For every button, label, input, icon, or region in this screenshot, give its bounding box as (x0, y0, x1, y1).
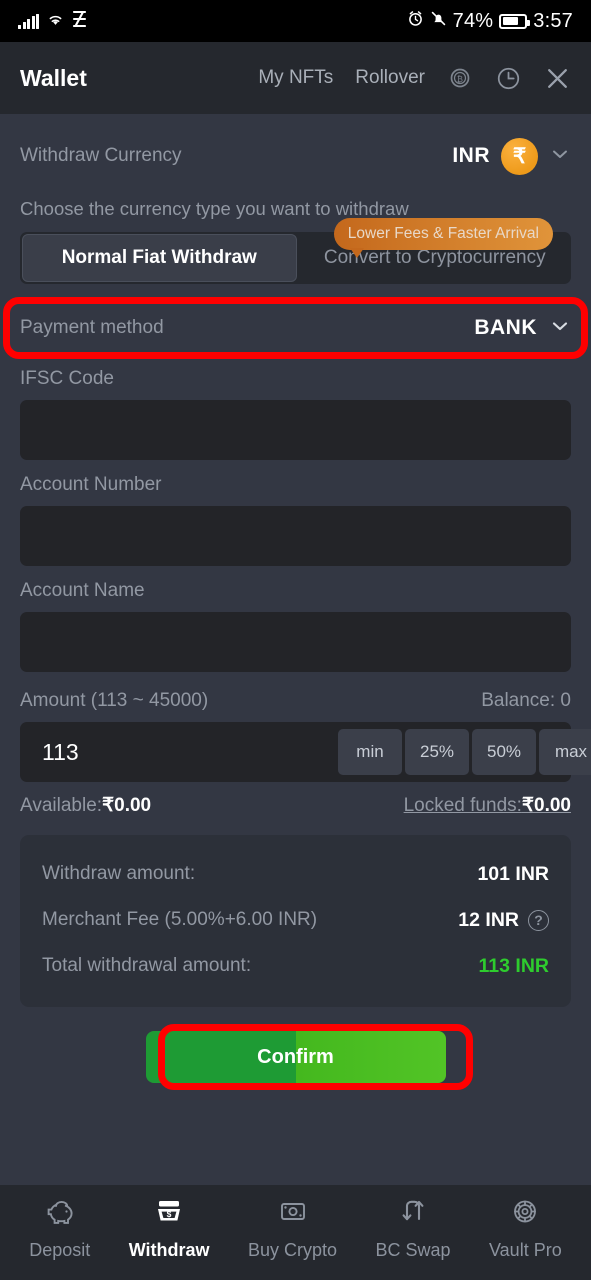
amount-label: Amount (113 ~ 45000) (20, 690, 209, 711)
locked-funds-value: ₹0.00 (521, 795, 571, 816)
page-title: Wallet (20, 64, 87, 91)
battery-percent: 74% (452, 9, 494, 32)
summary-row-withdraw-amount: Withdraw amount: 101 INR (42, 851, 549, 897)
ifsc-code-label: IFSC Code (20, 368, 114, 389)
account-name-field-group: Account Name (20, 580, 571, 672)
confirm-section: Confirm (20, 1024, 571, 1090)
nav-item-vault-pro[interactable]: Vault Pro (489, 1197, 562, 1261)
account-name-input[interactable] (20, 612, 571, 672)
account-number-field-group: Account Number (20, 474, 571, 566)
currency-code: INR (452, 144, 490, 167)
my-nfts-link[interactable]: My NFTs (258, 67, 333, 89)
chevron-down-icon (549, 315, 571, 342)
bell-muted-icon (430, 10, 447, 32)
summary-key: Total withdrawal amount: (42, 955, 252, 976)
summary-value: 12 INR ? (458, 909, 549, 932)
amount-quick-buttons: min 25% 50% max (338, 729, 591, 775)
locked-funds-link[interactable]: Locked funds:₹0.00 (404, 794, 571, 817)
summary-row-total: Total withdrawal amount: 113 INR (42, 943, 549, 989)
available-balance: Available:₹0.00 (20, 794, 151, 817)
wallet-withdraw-screen: 74% 3:57 Wallet My NFTs Rollover ₿ Withd… (0, 0, 591, 1280)
nav-label: Vault Pro (489, 1239, 562, 1260)
signal-bars-icon (18, 13, 39, 29)
account-number-input[interactable] (20, 506, 571, 566)
crypto-tooltip: Lower Fees & Faster Arrival (333, 218, 553, 258)
ifsc-code-field-group: IFSC Code (20, 368, 571, 460)
confirm-button[interactable]: Confirm (145, 1031, 446, 1083)
alarm-icon (407, 10, 424, 32)
nav-label: Withdraw (128, 1239, 210, 1260)
svg-text:$: $ (167, 1209, 172, 1219)
available-label: Available: (20, 795, 103, 816)
ifsc-code-input[interactable] (20, 400, 571, 460)
payment-method-selector[interactable]: Payment method BANK (20, 302, 571, 354)
payment-method-label: Payment method (20, 317, 164, 338)
close-icon[interactable] (544, 65, 571, 92)
nav-label: Buy Crypto (248, 1239, 338, 1260)
nav-item-buy-crypto[interactable]: Buy Crypto (248, 1197, 337, 1261)
payment-method-value: BANK (474, 316, 537, 339)
nav-item-bc-swap[interactable]: BC Swap (376, 1197, 451, 1261)
coin-icon[interactable]: ₿ (447, 65, 473, 91)
bottom-navigation: Deposit $ Withdraw Buy Crypto BC Swap Va… (0, 1185, 591, 1280)
svg-text:₿: ₿ (457, 75, 463, 84)
vault-icon (508, 1197, 542, 1232)
nav-label: Deposit (29, 1239, 91, 1260)
history-clock-icon[interactable] (495, 65, 522, 92)
nav-item-withdraw[interactable]: $ Withdraw (129, 1197, 210, 1261)
balance-details-row: Available:₹0.00 Locked funds:₹0.00 (20, 794, 571, 817)
rollover-link[interactable]: Rollover (355, 67, 425, 89)
withdraw-form: Withdraw Currency INR ₹ Choose the curre… (0, 114, 591, 1185)
currency-type-hint: Choose the currency type you want to wit… (20, 198, 409, 219)
account-name-label: Account Name (20, 580, 145, 601)
piggy-bank-icon (43, 1197, 77, 1232)
balance-label: Balance: 0 (481, 690, 571, 711)
nav-item-deposit[interactable]: Deposit (29, 1197, 90, 1261)
amount-min-button[interactable]: min (338, 729, 402, 775)
amount-max-button[interactable]: max (539, 729, 591, 775)
status-bar: 74% 3:57 (0, 0, 591, 42)
cash-withdraw-icon: $ (152, 1197, 186, 1232)
summary-row-merchant-fee: Merchant Fee (5.00%+6.00 INR) 12 INR ? (42, 897, 549, 943)
summary-value: 101 INR (477, 862, 549, 885)
amount-25-percent-button[interactable]: 25% (405, 729, 469, 775)
withdraw-currency-selector[interactable]: Withdraw Currency INR ₹ (20, 114, 571, 198)
summary-value: 113 INR (478, 954, 549, 977)
withdraw-currency-label: Withdraw Currency (20, 145, 182, 166)
chevron-down-icon (549, 143, 571, 170)
amount-input-group: min 25% 50% max (20, 722, 591, 782)
swap-arrows-icon (396, 1197, 430, 1232)
amount-50-percent-button[interactable]: 50% (472, 729, 536, 775)
summary-key: Merchant Fee (5.00%+6.00 INR) (42, 909, 318, 930)
summary-key: Withdraw amount: (42, 863, 196, 884)
network-icon (72, 10, 87, 32)
nav-label: BC Swap (375, 1239, 451, 1260)
amount-header: Amount (113 ~ 45000) Balance: 0 (20, 690, 571, 712)
rupee-coin-icon: ₹ (501, 137, 538, 175)
locked-funds-label: Locked funds: (403, 795, 522, 816)
wifi-icon (46, 11, 65, 31)
available-value: ₹0.00 (102, 795, 152, 816)
withdraw-summary-box: Withdraw amount: 101 INR Merchant Fee (5… (20, 835, 571, 1007)
clock-time: 3:57 (533, 9, 573, 32)
payment-method-section: Payment method BANK (0, 297, 591, 359)
app-header: Wallet My NFTs Rollover ₿ (0, 42, 591, 114)
amount-input[interactable] (20, 738, 338, 766)
help-icon[interactable]: ? (528, 909, 549, 931)
account-number-label: Account Number (20, 474, 162, 495)
battery-icon (499, 13, 531, 29)
banknote-icon (276, 1197, 310, 1232)
tab-normal-fiat-withdraw[interactable]: Normal Fiat Withdraw (22, 234, 297, 282)
